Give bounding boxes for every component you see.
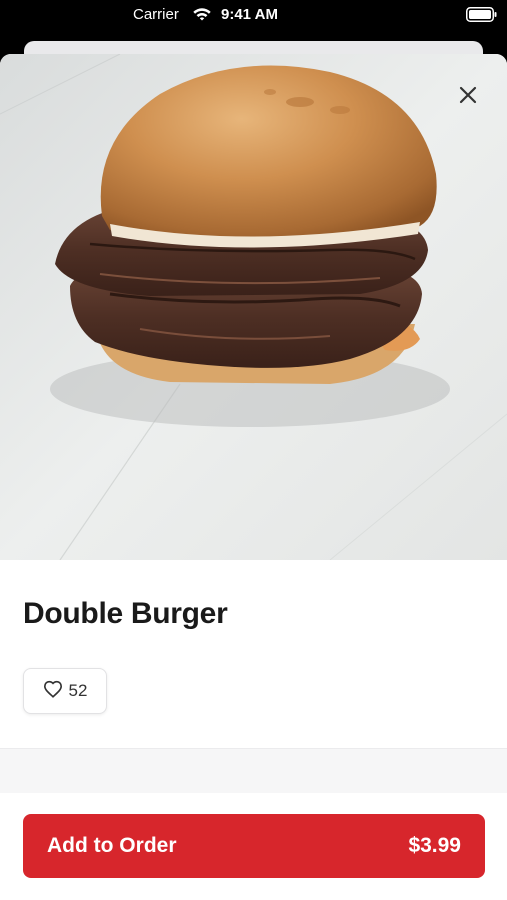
- clock-time: 9:41 AM: [221, 6, 278, 23]
- add-to-order-button[interactable]: Add to Order $3.99: [23, 814, 485, 878]
- like-count: 52: [68, 681, 88, 700]
- wifi-icon: [192, 7, 212, 22]
- item-price: $3.99: [408, 834, 461, 857]
- close-button[interactable]: [448, 75, 488, 115]
- item-title: Double Burger: [23, 597, 228, 630]
- order-footer: Add to Order $3.99: [0, 793, 507, 900]
- close-icon: [458, 85, 478, 105]
- like-button[interactable]: 52: [23, 668, 107, 714]
- carrier-label: Carrier: [133, 6, 179, 23]
- burger-photo: [0, 54, 507, 560]
- battery-icon: [466, 7, 498, 22]
- item-detail-sheet: Double Burger 52 Add to Order $3.99: [0, 54, 507, 900]
- section-divider: [0, 748, 507, 794]
- heart-icon: [43, 680, 63, 703]
- status-bar: Carrier 9:41 AM: [0, 0, 507, 34]
- add-to-order-label: Add to Order: [47, 834, 177, 857]
